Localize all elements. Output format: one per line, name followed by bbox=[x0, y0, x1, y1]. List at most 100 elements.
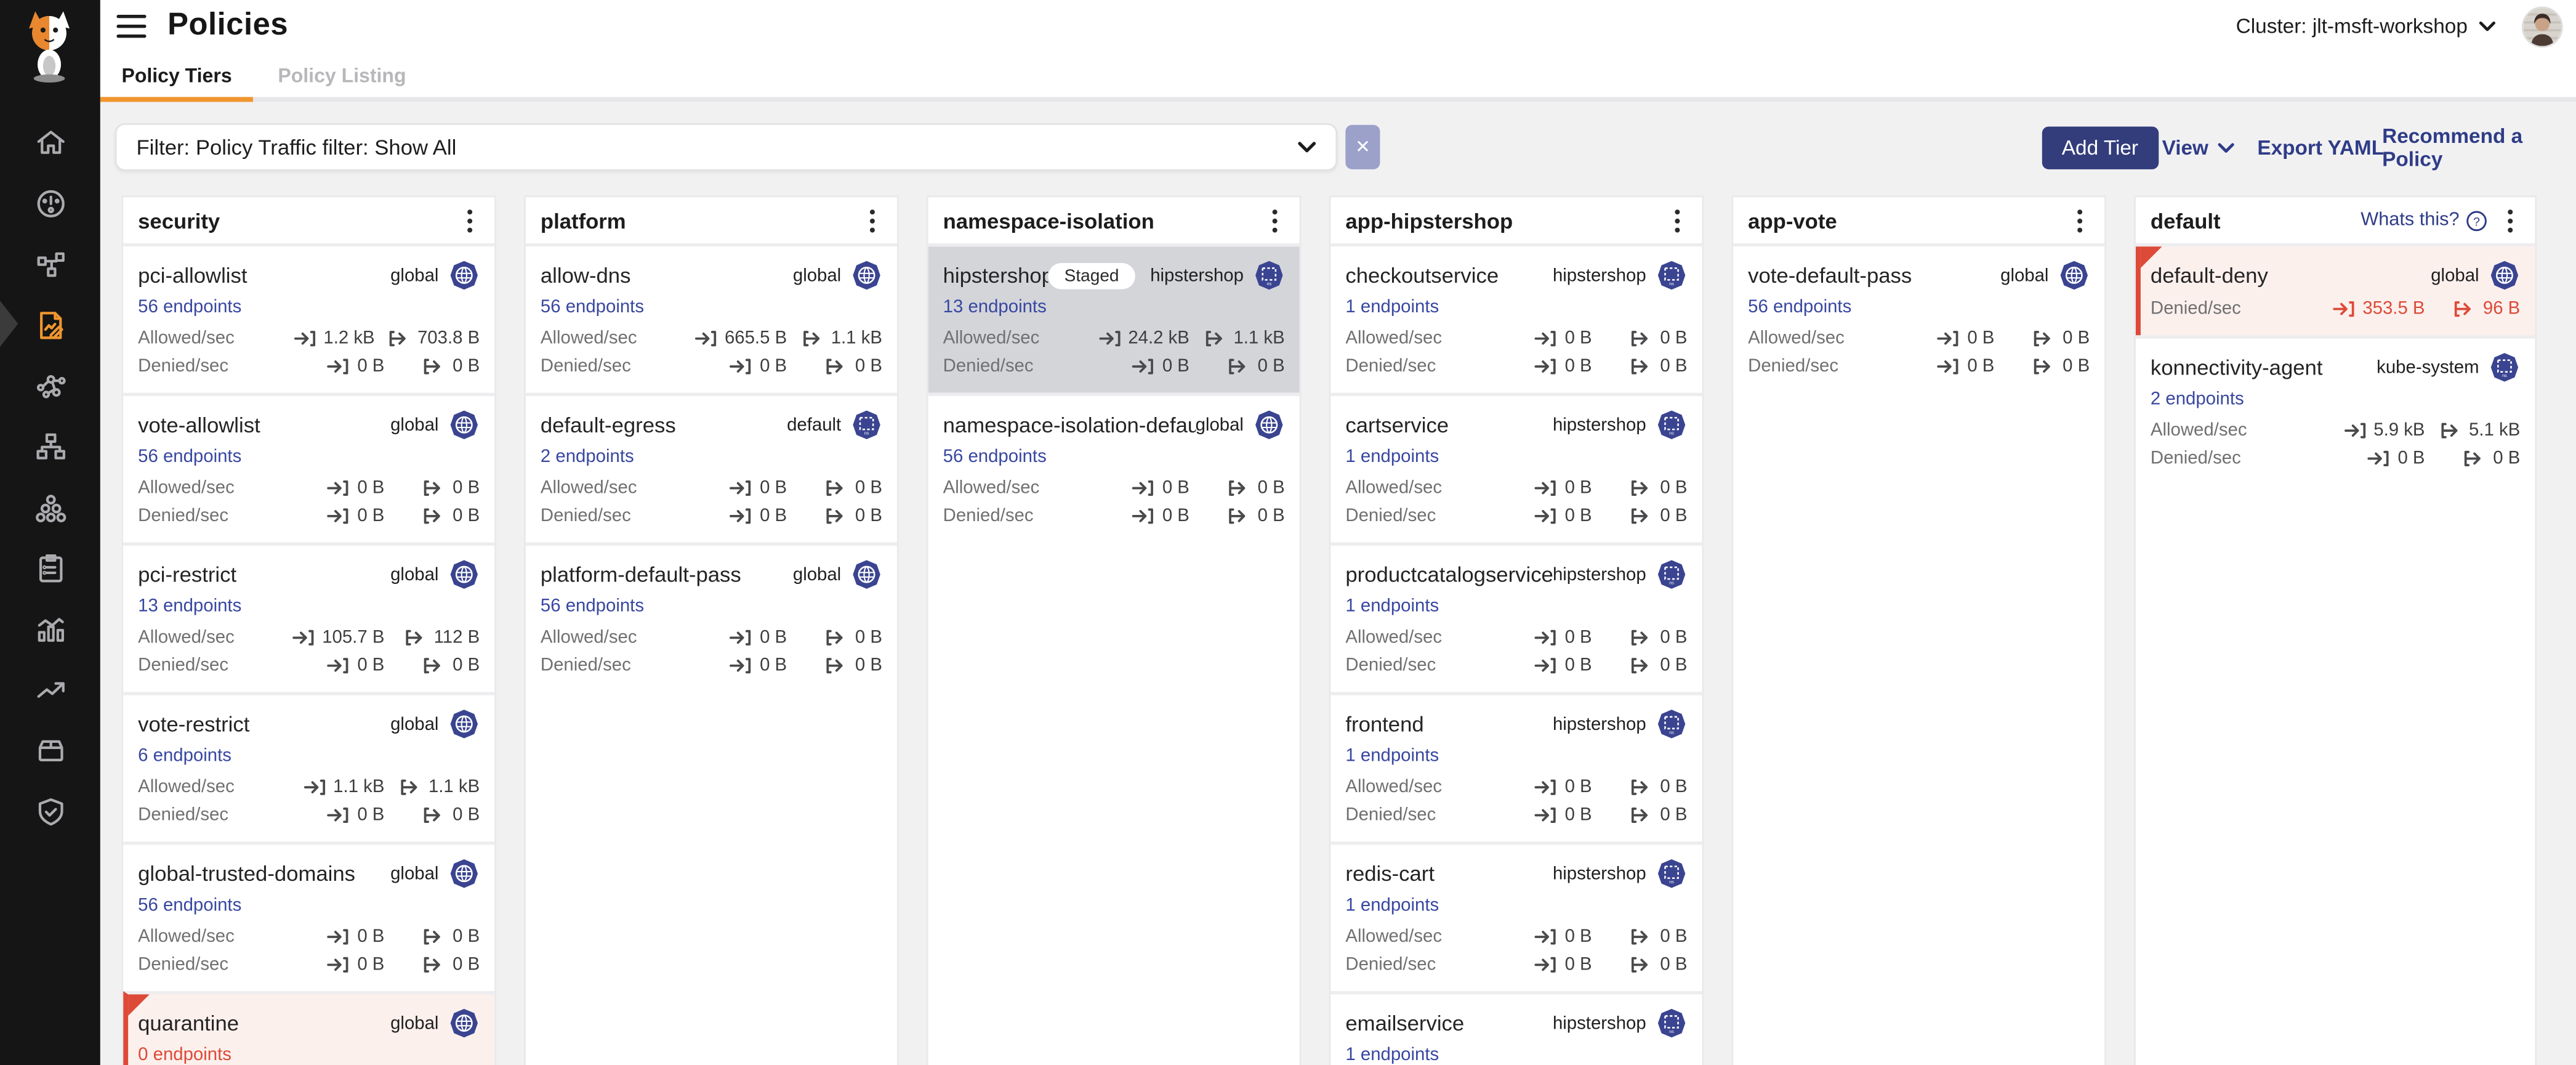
endpoints-link[interactable]: 56 endpoints bbox=[541, 597, 644, 617]
calico-cat-logo[interactable] bbox=[18, 8, 80, 84]
whats-this-link[interactable]: Whats this? ? bbox=[2361, 209, 2487, 231]
policy-name-row: vote-restrict global bbox=[138, 708, 480, 740]
policy-filter-dropdown[interactable]: Filter: Policy Traffic filter: Show All bbox=[115, 123, 1337, 171]
endpoints-link[interactable]: 56 endpoints bbox=[541, 298, 644, 317]
policy-card-pci-allowlist[interactable]: pci-allowlist global 56 endpoints Allowe… bbox=[123, 246, 494, 392]
endpoints-link[interactable]: 2 endpoints bbox=[541, 447, 634, 467]
traffic-metric-row: Allowed/sec 0 B 0 B bbox=[1345, 628, 1687, 647]
outbound-value: 0 B bbox=[398, 806, 480, 825]
outbound-value: 0 B bbox=[1605, 806, 1687, 825]
policy-card-redis-cart[interactable]: redis-cart hipstershop ns 1 endpoints Al… bbox=[1330, 841, 1702, 991]
endpoints-link[interactable]: 1 endpoints bbox=[1345, 447, 1439, 467]
policy-card-default-egress[interactable]: default-egress default ns 2 endpoints Al… bbox=[526, 393, 897, 543]
policy-card-checkoutservice[interactable]: checkoutservice hipstershop ns 1 endpoin… bbox=[1330, 246, 1702, 392]
metric-label: Allowed/sec bbox=[2151, 421, 2323, 440]
endpoints-link[interactable]: 13 endpoints bbox=[138, 597, 241, 617]
outbound-traffic-icon bbox=[826, 508, 848, 525]
endpoints-link[interactable]: 1 endpoints bbox=[1345, 896, 1439, 915]
policy-card-cartservice[interactable]: cartservice hipstershop ns 1 endpoints A… bbox=[1330, 393, 1702, 543]
recommend-policy-button[interactable]: Recommend a Policy bbox=[2382, 126, 2576, 169]
sidebar-item-home[interactable] bbox=[0, 111, 100, 172]
policy-name: hipstershop-gh… bbox=[943, 263, 1048, 288]
policy-name: vote-default-pass bbox=[1748, 263, 2000, 288]
global-scope-icon bbox=[448, 260, 480, 291]
outbound-traffic-icon bbox=[423, 807, 446, 824]
outbound-traffic-icon bbox=[423, 508, 446, 525]
endpoints-link[interactable]: 56 endpoints bbox=[1748, 298, 1851, 317]
outbound-value: 0 B bbox=[1605, 927, 1687, 947]
policy-card-hipstershop-gh[interactable]: hipstershop-gh… Staged hipstershop ns 13… bbox=[928, 246, 1300, 392]
policy-card-platform-default-pass[interactable]: platform-default-pass global 56 endpoint… bbox=[526, 543, 897, 692]
global-scope-icon bbox=[448, 559, 480, 590]
policy-card-global-trusted-domains[interactable]: global-trusted-domains global 56 endpoin… bbox=[123, 841, 494, 991]
namespace-scope-icon: ns bbox=[1656, 260, 1688, 291]
endpoints-link[interactable]: 56 endpoints bbox=[138, 298, 241, 317]
clear-filter-button[interactable]: ✕ bbox=[1345, 125, 1380, 169]
endpoints-link[interactable]: 56 endpoints bbox=[138, 896, 241, 915]
outbound-traffic-icon bbox=[826, 358, 848, 375]
endpoints-link[interactable]: 1 endpoints bbox=[1345, 597, 1439, 617]
add-tier-button[interactable]: Add Tier bbox=[2042, 126, 2158, 169]
policy-name-row: konnectivity-agent kube-system ns bbox=[2151, 352, 2520, 383]
traffic-metric-row: Denied/sec 0 B 0 B bbox=[541, 357, 882, 376]
sidebar-item-endpoints[interactable] bbox=[0, 233, 100, 294]
tier-header: default Whats this? ? bbox=[2136, 197, 2535, 246]
policy-card-konnectivity-agent[interactable]: konnectivity-agent kube-system ns 2 endp… bbox=[2136, 335, 2535, 485]
policy-card-productcatalogservice[interactable]: productcatalogservice hipstershop ns 1 e… bbox=[1330, 543, 1702, 692]
metric-label: Allowed/sec bbox=[943, 478, 1088, 498]
endpoints-link[interactable]: 0 endpoints bbox=[138, 1045, 231, 1065]
outbound-traffic-icon bbox=[1630, 779, 1653, 796]
policy-card-frontend[interactable]: frontend hipstershop ns 1 endpoints Allo… bbox=[1330, 692, 1702, 841]
policy-card-emailservice[interactable]: emailservice hipstershop ns 1 endpoints … bbox=[1330, 991, 1702, 1065]
sidebar-item-dashboard[interactable] bbox=[0, 172, 100, 233]
endpoints-link[interactable]: 1 endpoints bbox=[1345, 298, 1439, 317]
sidebar-item-service-graph[interactable] bbox=[0, 416, 100, 477]
export-yaml-button[interactable]: Export YAML bbox=[2257, 126, 2384, 169]
traffic-metric-row: Allowed/sec 0 B 0 B bbox=[541, 478, 882, 498]
view-menu-button[interactable]: View bbox=[2162, 126, 2235, 169]
endpoints-link[interactable]: 1 endpoints bbox=[1345, 746, 1439, 766]
inbound-value: 0 B bbox=[283, 955, 384, 974]
sidebar-item-policies[interactable] bbox=[0, 294, 100, 355]
tab-policy-listing[interactable]: Policy Listing bbox=[257, 52, 428, 97]
sidebar-item-threat-defense[interactable] bbox=[0, 780, 100, 841]
endpoints-link[interactable]: 56 endpoints bbox=[138, 447, 241, 467]
endpoints-link[interactable]: 56 endpoints bbox=[943, 447, 1047, 467]
tier-menu-button[interactable] bbox=[460, 209, 480, 232]
traffic-metric-row: Denied/sec 0 B 0 B bbox=[943, 506, 1285, 526]
tier-menu-button[interactable] bbox=[1265, 209, 1285, 232]
policy-card-allow-dns[interactable]: allow-dns global 56 endpoints Allowed/se… bbox=[526, 246, 897, 392]
inbound-value: 1.2 kB bbox=[273, 329, 374, 349]
sidebar-item-compliance[interactable] bbox=[0, 538, 100, 599]
user-avatar[interactable] bbox=[2522, 6, 2563, 47]
policy-card-quarantine[interactable]: quarantine global 0 endpoints bbox=[123, 991, 494, 1065]
policy-name-row: allow-dns global bbox=[541, 260, 882, 291]
tier-menu-button[interactable] bbox=[863, 209, 882, 232]
endpoints-link[interactable]: 1 endpoints bbox=[1345, 1045, 1439, 1065]
hamburger-menu-icon[interactable] bbox=[116, 15, 146, 38]
policy-card-namespace-isolation-default-p[interactable]: namespace-isolation-default-p… global 56… bbox=[928, 393, 1300, 543]
tier-menu-button[interactable] bbox=[2500, 209, 2520, 232]
tier-menu-button[interactable] bbox=[2070, 209, 2090, 232]
sidebar-item-trends[interactable] bbox=[0, 659, 100, 720]
endpoints-link[interactable]: 6 endpoints bbox=[138, 746, 231, 766]
traffic-metric-row: Allowed/sec 0 B 0 B bbox=[1345, 329, 1687, 349]
endpoints-link[interactable]: 2 endpoints bbox=[2151, 389, 2244, 409]
cluster-label: Cluster: jlt-msft-workshop bbox=[2236, 15, 2468, 38]
policy-card-default-deny[interactable]: default-deny global Denied/sec 353.5 B 9… bbox=[2136, 246, 2535, 335]
endpoints-link[interactable]: 13 endpoints bbox=[943, 298, 1047, 317]
sidebar-item-network-graph[interactable] bbox=[0, 355, 100, 416]
tier-menu-button[interactable] bbox=[1667, 209, 1687, 232]
metric-label: Allowed/sec bbox=[138, 777, 283, 797]
cluster-selector[interactable]: Cluster: jlt-msft-workshop bbox=[2236, 15, 2496, 38]
sidebar-item-statistics[interactable] bbox=[0, 598, 100, 659]
policy-card-pci-restrict[interactable]: pci-restrict global 13 endpoints Allowed… bbox=[123, 543, 494, 692]
inbound-value: 0 B bbox=[1893, 357, 1994, 376]
policy-card-vote-default-pass[interactable]: vote-default-pass global 56 endpoints Al… bbox=[1733, 246, 2104, 392]
tab-policy-tiers[interactable]: Policy Tiers bbox=[100, 52, 254, 97]
namespace-scope-icon: ns bbox=[1656, 409, 1688, 440]
policy-card-vote-restrict[interactable]: vote-restrict global 6 endpoints Allowed… bbox=[123, 692, 494, 841]
sidebar-item-packages[interactable] bbox=[0, 720, 100, 781]
sidebar-item-workloads[interactable] bbox=[0, 477, 100, 538]
policy-card-vote-allowlist[interactable]: vote-allowlist global 56 endpoints Allow… bbox=[123, 393, 494, 543]
